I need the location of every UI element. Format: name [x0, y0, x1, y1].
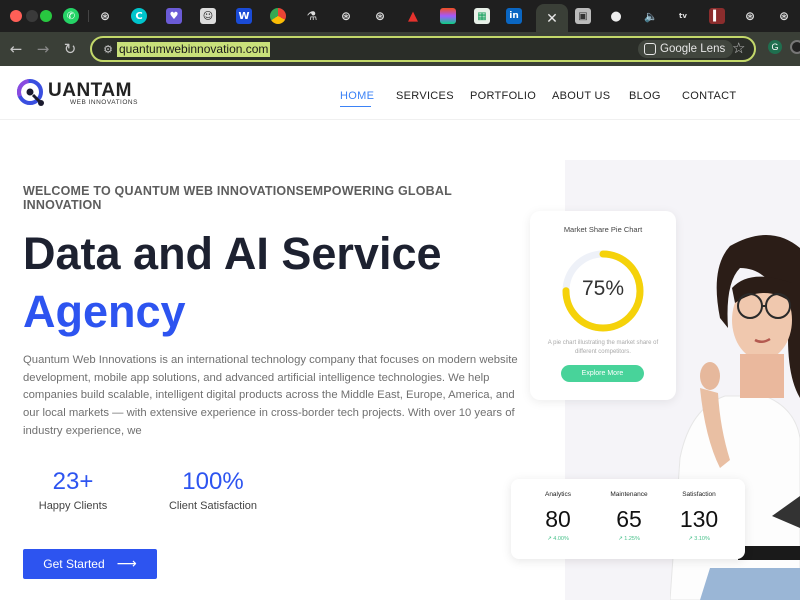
nav-about-us[interactable]: ABOUT US	[552, 90, 610, 102]
back-icon[interactable]: ←	[6, 39, 26, 59]
chrome-icon[interactable]	[270, 8, 286, 24]
openai-icon[interactable]: ⊛	[776, 8, 792, 24]
whatsapp-icon[interactable]: ✆	[63, 8, 79, 24]
stats-card: Analytics 80 ↗ 4.00% Maintenance 65 ↗ 1.…	[511, 479, 745, 559]
lens-icon	[644, 43, 656, 55]
forward-icon[interactable]: →	[33, 39, 53, 59]
adobe-icon[interactable]: ▲	[405, 8, 421, 24]
nav-contact[interactable]: CONTACT	[682, 90, 736, 102]
close-icon[interactable]: ✕	[546, 10, 558, 27]
stat-satisfaction-card-value: 130	[679, 506, 719, 532]
donut-percent: 75%	[581, 277, 625, 300]
hero-headline-accent: Agency	[23, 286, 186, 337]
stat-satisfaction-card-delta: ↗ 3.10%	[688, 536, 710, 542]
maximize-window-button[interactable]	[40, 10, 52, 22]
chatgpt-icon[interactable]: ⊛	[97, 8, 113, 24]
active-tab[interactable]: ✕	[536, 4, 568, 32]
audio-icon[interactable]: 🔈	[643, 8, 659, 24]
stat-satisfaction-label: Client Satisfaction	[168, 500, 258, 512]
pie-chart-card: Market Share Pie Chart 75% A pie chart i…	[530, 211, 676, 400]
arrow-right-icon: ⟶	[116, 556, 137, 572]
pie-card-description: A pie chart illustrating the market shar…	[547, 340, 659, 355]
hero-welcome-text: WELCOME TO QUANTUM WEB INNOVATIONSEMPOWE…	[23, 184, 452, 212]
nav-services[interactable]: SERVICES	[396, 90, 454, 102]
stat-analytics-value: 80	[545, 506, 571, 532]
stat-maintenance-delta: ↗ 1.25%	[618, 536, 640, 542]
linkedin-icon[interactable]: in	[506, 8, 522, 24]
nav-blog[interactable]: BLOG	[629, 90, 661, 102]
stat-satisfaction-card-label: Satisfaction	[682, 491, 716, 498]
explore-more-button[interactable]: Explore More	[561, 365, 644, 382]
nav-active-underline	[340, 106, 371, 107]
logo-icon[interactable]	[16, 78, 46, 108]
hero-headline: Data and AI Service	[23, 228, 442, 279]
close-window-button[interactable]	[10, 10, 22, 22]
openai-icon[interactable]: ⊛	[742, 8, 758, 24]
get-started-button[interactable]: Get Started ⟶	[23, 549, 157, 579]
image-icon[interactable]: ▣	[575, 8, 591, 24]
site-info-icon[interactable]: ⚙	[100, 41, 116, 57]
grammarly-icon[interactable]: G	[768, 40, 782, 54]
stat-analytics-label: Analytics	[544, 491, 571, 498]
canva-icon[interactable]: C	[131, 8, 147, 24]
hero-intro-paragraph: Quantum Web Innovations is an internatio…	[23, 354, 518, 437]
star-icon[interactable]: ☆	[732, 39, 745, 57]
wordpress-icon[interactable]: W	[236, 8, 252, 24]
appletv-icon[interactable]: tv	[675, 8, 691, 24]
app-icon[interactable]: ☺	[200, 8, 216, 24]
browser-tab-strip: ✆ ⊛ C ♥ ☺ W ⚗ ⊛ ⊛ ▲ ▦ in ✕ ▣ ● 🔈 tv ▍ ⊛ …	[0, 0, 800, 32]
heart-icon[interactable]: ♥	[166, 8, 182, 24]
stat-clients-label: Happy Clients	[38, 500, 108, 512]
openai-icon[interactable]: ⊛	[338, 8, 354, 24]
logo-subtitle: WEB INNOVATIONS	[70, 99, 138, 106]
flask-icon[interactable]: ⚗	[304, 8, 320, 24]
nav-home[interactable]: HOME	[340, 90, 374, 102]
stat-analytics-delta: ↗ 4.00%	[547, 536, 569, 542]
stat-satisfaction-value: 100%	[182, 468, 244, 495]
stat-maintenance-value: 65	[616, 506, 642, 532]
google-lens-label: Google Lens	[660, 43, 726, 55]
get-started-label: Get Started	[43, 557, 105, 571]
google-lens-button[interactable]: Google Lens	[638, 40, 734, 58]
profile-icon[interactable]	[790, 40, 800, 54]
minimize-window-button[interactable]	[26, 10, 38, 22]
reload-icon[interactable]: ↻	[60, 39, 80, 59]
github-icon[interactable]: ●	[608, 8, 624, 24]
url-text[interactable]: quantumwebinnovation.com	[117, 42, 271, 57]
sheets-icon[interactable]: ▦	[474, 8, 490, 24]
address-bar[interactable]: ⚙ quantumwebinnovation.com Google Lens ☆	[90, 36, 756, 62]
nav-portfolio[interactable]: PORTFOLIO	[470, 90, 536, 102]
openai-icon[interactable]: ⊛	[372, 8, 388, 24]
browser-toolbar: ← → ↻ ⚙ quantumwebinnovation.com Google …	[0, 32, 800, 66]
stat-clients-value: 23+	[52, 468, 94, 495]
pie-card-title: Market Share Pie Chart	[563, 225, 643, 234]
stat-maintenance-label: Maintenance	[610, 491, 648, 498]
site-header: UANTAM WEB INNOVATIONS HOME SERVICES POR…	[0, 66, 800, 120]
image-icon[interactable]: ▍	[709, 8, 725, 24]
figma-icon[interactable]	[440, 8, 456, 24]
